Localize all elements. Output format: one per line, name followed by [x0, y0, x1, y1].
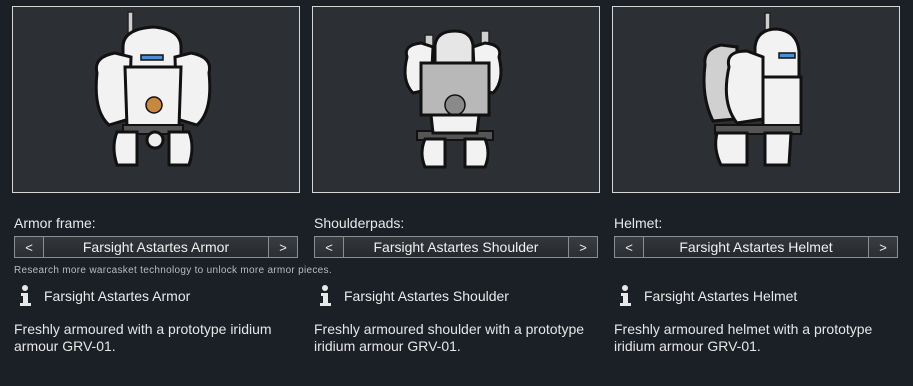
shoulderpads-preview	[312, 6, 600, 193]
info-icon	[20, 285, 31, 306]
armor-frame-prev-button[interactable]: <	[14, 236, 44, 258]
helmet-prev-button[interactable]: <	[614, 236, 644, 258]
armor-frame-image	[94, 11, 212, 167]
helmet-selector: < Farsight Astartes Helmet >	[614, 236, 898, 258]
helmet-preview	[612, 6, 900, 193]
helmet-info-row: Farsight Astartes Helmet	[618, 285, 797, 307]
armor-frame-preview	[12, 6, 300, 193]
armor-frame-selector: < Farsight Astartes Armor >	[14, 236, 298, 258]
shoulderpads-next-button[interactable]: >	[568, 236, 598, 258]
helmet-item-name: Farsight Astartes Helmet	[644, 288, 798, 304]
info-icon	[320, 285, 331, 306]
shoulderpads-info-row: Farsight Astartes Shoulder	[318, 285, 509, 307]
armor-frame-description: Freshly armoured with a prototype iridiu…	[14, 321, 272, 354]
shoulderpads-image	[403, 29, 503, 169]
shoulderpads-description: Freshly armoured shoulder with a prototy…	[314, 321, 585, 354]
armor-frame-selected-value: Farsight Astartes Armor	[44, 236, 268, 258]
shoulderpads-item-name: Farsight Astartes Shoulder	[344, 288, 509, 304]
armor-frame-next-button[interactable]: >	[268, 236, 298, 258]
shoulderpads-prev-button[interactable]: <	[314, 236, 344, 258]
helmet-image	[702, 12, 803, 167]
armor-frame-info-row: Farsight Astartes Armor	[18, 285, 190, 307]
shoulderpads-selected-value: Farsight Astartes Shoulder	[344, 236, 568, 258]
armor-frame-item-name: Farsight Astartes Armor	[44, 288, 191, 304]
shoulderpads-selector: < Farsight Astartes Shoulder >	[314, 236, 598, 258]
info-icon	[620, 285, 631, 306]
helmet-next-button[interactable]: >	[868, 236, 898, 258]
shoulderpads-label: Shoulderpads:	[314, 215, 405, 231]
research-hint-text: Research more warcasket technology to un…	[14, 265, 332, 276]
helmet-description: Freshly armoured helmet with a prototype…	[614, 321, 873, 354]
helmet-label: Helmet:	[614, 215, 663, 231]
helmet-selected-value: Farsight Astartes Helmet	[644, 236, 868, 258]
armor-frame-label: Armor frame:	[14, 215, 96, 231]
